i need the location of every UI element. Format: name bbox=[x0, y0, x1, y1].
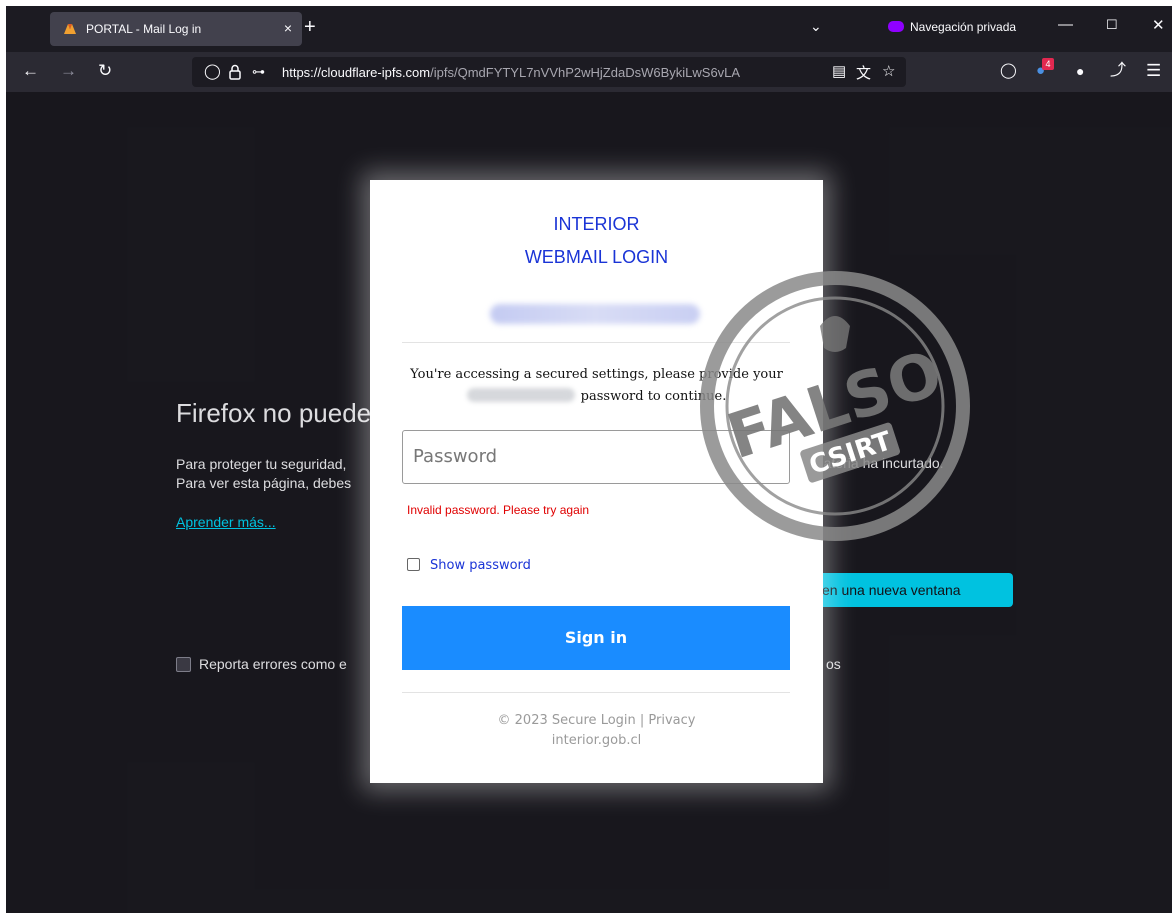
show-password-option[interactable]: Show password bbox=[407, 558, 531, 573]
footer-line-1: © 2023 Secure Login | Privacy bbox=[497, 713, 696, 728]
window-close-icon[interactable]: ✕ bbox=[1152, 16, 1165, 34]
url-path: /ipfs/QmdFYTYL7nVVhP2wHjZdaDsW6BykiLwS6v… bbox=[430, 65, 741, 80]
private-browsing-indicator: Navegación privada bbox=[888, 20, 1016, 34]
show-password-checkbox[interactable] bbox=[407, 558, 420, 571]
password-error: Invalid password. Please try again bbox=[407, 503, 590, 517]
sign-in-button[interactable]: Sign in bbox=[402, 606, 790, 670]
translate-icon[interactable]: 文 bbox=[856, 62, 871, 83]
menu-hamburger-icon[interactable]: ☰ bbox=[1146, 62, 1161, 80]
message-line-2-wrap: password to continue. bbox=[370, 386, 823, 408]
blurred-domain bbox=[466, 388, 575, 402]
navigation-toolbar: ← → ↻ ◯ ⊶ https://cloudflare-ipfs.com/ip… bbox=[6, 52, 1172, 92]
url-domain: https://cloudflare-ipfs.com bbox=[282, 65, 431, 80]
tracking-shield-icon[interactable]: ◯ bbox=[204, 62, 221, 80]
blurred-email bbox=[490, 304, 700, 324]
browser-window: PORTAL - Mail Log in × + ⌄ Navegación pr… bbox=[6, 6, 1172, 913]
minimize-icon[interactable]: — bbox=[1058, 16, 1073, 33]
url-bar[interactable]: ◯ ⊶ https://cloudflare-ipfs.com/ipfs/Qmd… bbox=[192, 57, 906, 87]
tab-portal[interactable]: PORTAL - Mail Log in × bbox=[50, 12, 302, 46]
divider bbox=[402, 342, 790, 343]
back-arrow-icon[interactable]: ← bbox=[22, 62, 39, 80]
forward-arrow-icon[interactable]: → bbox=[60, 62, 77, 80]
reader-view-icon[interactable]: ▤ bbox=[832, 62, 846, 80]
reload-icon[interactable]: ↻ bbox=[98, 62, 112, 80]
new-tab-button[interactable]: + bbox=[304, 17, 316, 37]
bookmark-star-icon[interactable]: ☆ bbox=[882, 62, 895, 80]
password-field[interactable]: Password bbox=[402, 430, 790, 484]
footer-line-2: interior.gob.cl bbox=[551, 733, 642, 748]
private-label: Navegación privada bbox=[910, 20, 1017, 34]
login-modal: INTERIOR WEBMAIL LOGIN You're accessing … bbox=[370, 180, 823, 783]
list-tabs-chevron-icon[interactable]: ⌄ bbox=[810, 18, 822, 35]
tab-strip: PORTAL - Mail Log in × + ⌄ Navegación pr… bbox=[6, 6, 1172, 52]
tab-title: PORTAL - Mail Log in bbox=[86, 22, 202, 36]
private-mask-icon bbox=[888, 21, 904, 32]
message-line-2: password to continue. bbox=[580, 389, 727, 404]
share-icon[interactable]: ⤴ bbox=[1110, 62, 1126, 80]
modal-title-line-1: INTERIOR bbox=[553, 214, 640, 234]
footer-divider bbox=[402, 692, 790, 693]
access-message: You're accessing a secured settings, ple… bbox=[370, 364, 823, 408]
maximize-icon[interactable]: ☐ bbox=[1106, 17, 1118, 33]
tab-close-icon[interactable]: × bbox=[284, 20, 292, 36]
pocket-icon[interactable]: ◯ bbox=[1000, 62, 1017, 80]
favicon-icon bbox=[64, 24, 76, 34]
show-password-label: Show password bbox=[430, 558, 531, 573]
key-icon[interactable]: ⊶ bbox=[252, 64, 265, 80]
extension-badge: 4 bbox=[1042, 58, 1054, 70]
message-line-1: You're accessing a secured settings, ple… bbox=[410, 367, 783, 382]
ip-extension-icon[interactable]: ● bbox=[1076, 62, 1084, 80]
lock-icon[interactable] bbox=[228, 64, 242, 80]
url-text[interactable]: https://cloudflare-ipfs.com/ipfs/QmdFYTY… bbox=[282, 65, 802, 80]
modal-title-line-2: WEBMAIL LOGIN bbox=[524, 247, 669, 267]
